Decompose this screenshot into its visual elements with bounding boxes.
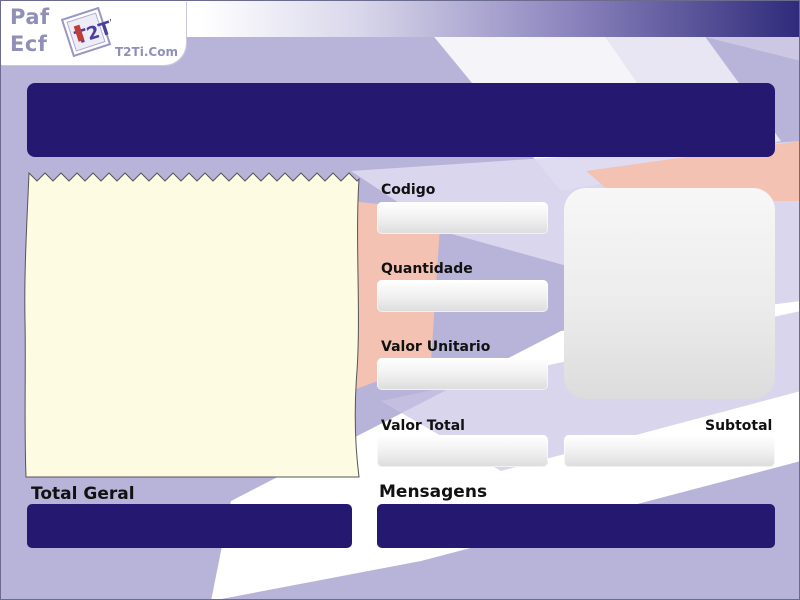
- logo-area: Paf Ecf T2Ti T2Ti.Com: [1, 1, 186, 65]
- valor-total-label: Valor Total: [381, 418, 465, 434]
- total-geral-display: [27, 504, 352, 548]
- receipt-shape: [24, 171, 360, 478]
- logo-brand-text: T2Ti.Com: [115, 45, 178, 59]
- codigo-field[interactable]: [377, 202, 548, 234]
- quantidade-label: Quantidade: [381, 261, 473, 277]
- valor-total-field[interactable]: [377, 435, 548, 467]
- mensagens-display: [377, 504, 775, 548]
- pdv-window: Paf Ecf T2Ti T2Ti.Com Codigo Quantidade …: [0, 0, 800, 600]
- subtotal-field[interactable]: [564, 435, 775, 467]
- valor-unitario-field[interactable]: [377, 358, 548, 390]
- receipt-paper[interactable]: [23, 171, 363, 479]
- logo-text-ecf: Ecf: [10, 32, 48, 56]
- t2ti-logo-icon: T2Ti: [61, 7, 111, 57]
- quantidade-field[interactable]: [377, 280, 548, 312]
- valor-unitario-label: Valor Unitario: [381, 339, 491, 355]
- codigo-label: Codigo: [381, 182, 436, 198]
- logo-text-paf: Paf: [10, 5, 50, 29]
- mensagens-label: Mensagens: [379, 482, 488, 502]
- subtotal-label: Subtotal: [705, 418, 773, 434]
- total-geral-label: Total Geral: [31, 484, 135, 504]
- header-display-panel: [27, 83, 775, 157]
- product-image-box: [564, 188, 775, 399]
